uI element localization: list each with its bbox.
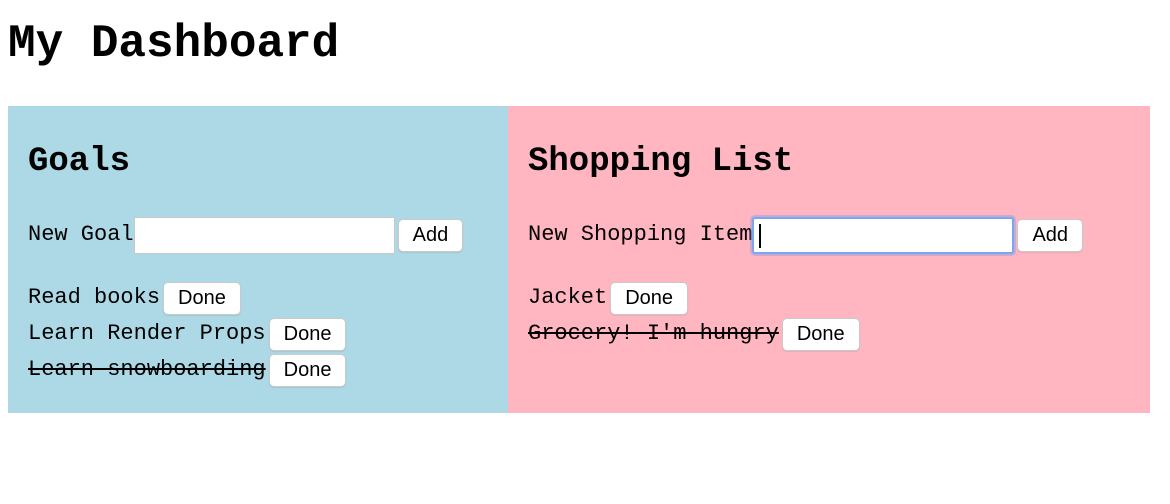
shopping-list: Jacket Done Grocery! I'm hungry Done bbox=[528, 280, 860, 352]
new-shopping-item-label: New Shopping Item bbox=[528, 222, 753, 247]
shopping-done-button[interactable]: Done bbox=[610, 281, 689, 315]
new-goal-label: New Goal bbox=[28, 222, 134, 247]
goals-list: Read books Done Learn Render Props Done … bbox=[28, 280, 347, 388]
goals-panel: Goals New Goal Add Read books Done Learn… bbox=[8, 106, 508, 413]
dashboard-panels: Goals New Goal Add Read books Done Learn… bbox=[8, 106, 1150, 413]
shopping-item-text-completed: Grocery! I'm hungry bbox=[528, 321, 779, 346]
goal-item-learn-render-props: Learn Render Props Done bbox=[28, 316, 347, 352]
goal-done-button[interactable]: Done bbox=[268, 353, 347, 387]
shopping-item-grocery: Grocery! I'm hungry Done bbox=[528, 316, 860, 352]
shopping-item-jacket: Jacket Done bbox=[528, 280, 860, 316]
goal-done-button[interactable]: Done bbox=[163, 281, 241, 315]
goals-title: Goals bbox=[28, 143, 131, 181]
page-title: My Dashboard bbox=[8, 18, 340, 70]
shopping-panel: Shopping List New Shopping Item Add Jack… bbox=[508, 106, 1150, 413]
new-goal-input[interactable] bbox=[133, 216, 395, 254]
goal-item-learn-snowboarding: Learn snowboarding Done bbox=[28, 352, 347, 388]
add-goal-button[interactable]: Add bbox=[397, 218, 464, 252]
goal-done-button[interactable]: Done bbox=[268, 317, 347, 351]
shopping-done-button[interactable]: Done bbox=[781, 317, 860, 351]
new-shopping-item-input[interactable] bbox=[752, 216, 1015, 254]
goal-item-text: Read books bbox=[28, 285, 161, 310]
shopping-input-wrapper bbox=[752, 216, 1015, 254]
shopping-title: Shopping List bbox=[528, 143, 794, 181]
text-caret bbox=[759, 223, 762, 248]
goal-item-text: Learn Render Props bbox=[28, 321, 266, 346]
new-goal-form: New Goal Add bbox=[28, 216, 464, 254]
goal-item-text-completed: Learn snowboarding bbox=[28, 357, 266, 382]
goal-item-read-books: Read books Done bbox=[28, 280, 346, 316]
add-shopping-item-button[interactable]: Add bbox=[1017, 218, 1084, 252]
shopping-item-text: Jacket bbox=[528, 285, 608, 310]
new-shopping-item-form: New Shopping Item Add bbox=[528, 216, 1084, 254]
